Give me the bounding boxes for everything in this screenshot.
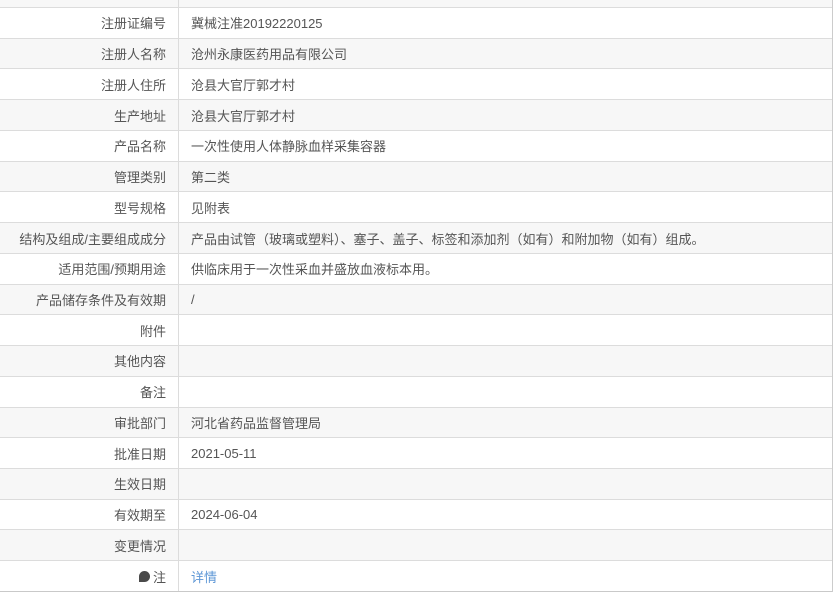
row-label: 备注 [139, 385, 166, 401]
row-value-cell: 沧县大官厅郭才村 [179, 69, 832, 99]
row-value: 河北省药品监督管理局 [191, 415, 322, 431]
table-row: 变更情况 [0, 530, 832, 562]
row-label: 生产地址 [113, 108, 166, 124]
row-label-cell: 型号规格 [0, 192, 179, 223]
row-label-cell: 产品储存条件及有效期 [0, 284, 179, 315]
table-row: 有效期至 2024-06-04 [0, 499, 832, 531]
row-value-cell: 供临床用于一次性采血并盛放血液标本用。 [179, 254, 832, 284]
table-row: 审批部门 河北省药品监督管理局 [0, 407, 832, 439]
row-value: 沧县大官厅郭才村 [191, 108, 296, 124]
row-label: 产品储存条件及有效期 [35, 292, 166, 308]
row-label-cell: 产品名称 [0, 130, 179, 161]
row-label: 注册人住所 [100, 77, 166, 93]
row-label-cell: 有效期至 [0, 499, 179, 530]
row-label: 结构及组成/主要组成成分 [19, 231, 166, 247]
row-value-cell [179, 469, 832, 499]
row-value-cell: 一次性使用人体静脉血样采集容器 [179, 131, 832, 161]
table-row: 产品储存条件及有效期 / [0, 284, 832, 316]
top-strip-value-cell [179, 0, 832, 7]
row-label-cell: 管理类别 [0, 161, 179, 192]
row-value-cell: 沧州永康医药用品有限公司 [179, 39, 832, 69]
row-label: 注册证编号 [100, 16, 166, 32]
row-label-cell: 生效日期 [0, 469, 179, 499]
table-row: 注 详情 [0, 561, 832, 592]
row-value-cell: 沧县大官厅郭才村 [179, 100, 832, 130]
row-label-cell: 备注 [0, 376, 179, 407]
table-row: 产品名称 一次性使用人体静脉血样采集容器 [0, 130, 832, 162]
row-label: 产品名称 [113, 139, 166, 155]
row-value-cell [179, 315, 832, 345]
row-label-cell: 注册人住所 [0, 69, 179, 100]
row-value-cell: 2021-05-11 [179, 438, 832, 468]
row-label-cell: 批准日期 [0, 438, 179, 469]
row-label: 审批部门 [113, 415, 166, 431]
row-value: 沧县大官厅郭才村 [191, 77, 296, 93]
row-label: 其他内容 [113, 354, 166, 370]
row-label: 注 [152, 569, 166, 585]
table-row: 适用范围/预期用途 供临床用于一次性采血并盛放血液标本用。 [0, 253, 832, 285]
row-value-cell: 第二类 [179, 162, 832, 192]
table-row: 注册人住所 沧县大官厅郭才村 [0, 69, 832, 101]
row-label-cell: 注 [0, 561, 179, 591]
row-label-cell: 注册人名称 [0, 38, 179, 69]
row-value: 沧州永康医药用品有限公司 [191, 47, 348, 63]
row-value-cell [179, 377, 832, 407]
row-label: 管理类别 [113, 170, 166, 186]
row-value: 2024-06-04 [191, 507, 258, 523]
registration-info-table: 注册证编号 冀械注准20192220125 注册人名称 沧州永康医药用品有限公司… [0, 0, 833, 592]
row-value: 一次性使用人体静脉血样采集容器 [191, 139, 387, 155]
table-row: 注册人名称 沧州永康医药用品有限公司 [0, 38, 832, 70]
row-label: 变更情况 [113, 538, 166, 554]
row-value-cell [179, 346, 832, 376]
row-label-cell: 变更情况 [0, 530, 179, 561]
row-label: 适用范围/预期用途 [58, 262, 166, 278]
table-row: 生产地址 沧县大官厅郭才村 [0, 100, 832, 131]
row-value-cell: 产品由试管（玻璃或塑料）、塞子、盖子、标签和添加剂（如有）和附加物（如有）组成。 [179, 223, 832, 253]
row-label: 附件 [139, 323, 166, 339]
table-row: 附件 [0, 315, 832, 347]
table-row: 型号规格 见附表 [0, 192, 832, 224]
row-label-cell: 附件 [0, 315, 179, 346]
row-label: 型号规格 [113, 200, 166, 216]
row-label: 生效日期 [113, 477, 166, 493]
table-row: 备注 [0, 376, 832, 408]
table-top-partial-row [0, 0, 832, 8]
row-label-cell: 审批部门 [0, 407, 179, 438]
row-label-cell: 适用范围/预期用途 [0, 253, 179, 284]
table-row: 其他内容 [0, 346, 832, 377]
row-label: 注册人名称 [100, 47, 166, 63]
top-strip-label-cell [0, 0, 179, 7]
row-label-cell: 其他内容 [0, 346, 179, 376]
row-label: 批准日期 [113, 446, 166, 462]
row-value-cell: 冀械注准20192220125 [179, 8, 832, 38]
table-row: 结构及组成/主要组成成分 产品由试管（玻璃或塑料）、塞子、盖子、标签和添加剂（如… [0, 223, 832, 254]
row-label-cell: 生产地址 [0, 100, 179, 130]
row-label: 有效期至 [113, 508, 166, 524]
row-label-cell: 结构及组成/主要组成成分 [0, 223, 179, 253]
table-row: 生效日期 [0, 469, 832, 500]
row-value: 冀械注准20192220125 [191, 16, 323, 32]
table-row: 注册证编号 冀械注准20192220125 [0, 8, 832, 39]
row-value: 见附表 [191, 200, 231, 216]
note-balloon-icon [138, 570, 150, 582]
row-value: 供临床用于一次性采血并盛放血液标本用。 [191, 262, 439, 278]
detail-link[interactable]: 详情 [191, 567, 217, 586]
row-value: 2021-05-11 [191, 445, 257, 461]
row-value-cell: 详情 [179, 561, 832, 591]
row-value-cell [179, 530, 832, 560]
table-row: 批准日期 2021-05-11 [0, 438, 832, 470]
row-value-cell: 河北省药品监督管理局 [179, 408, 832, 438]
row-value: 第二类 [191, 170, 231, 186]
row-value-cell: 2024-06-04 [179, 500, 832, 530]
row-label-cell: 注册证编号 [0, 8, 179, 38]
table-rows: 注册证编号 冀械注准20192220125 注册人名称 沧州永康医药用品有限公司… [0, 8, 832, 592]
row-value: 产品由试管（玻璃或塑料）、塞子、盖子、标签和添加剂（如有）和附加物（如有）组成。 [191, 231, 705, 247]
row-value-cell: 见附表 [179, 192, 832, 222]
row-value: / [191, 291, 195, 307]
row-value-cell: / [179, 285, 832, 315]
table-row: 管理类别 第二类 [0, 161, 832, 193]
